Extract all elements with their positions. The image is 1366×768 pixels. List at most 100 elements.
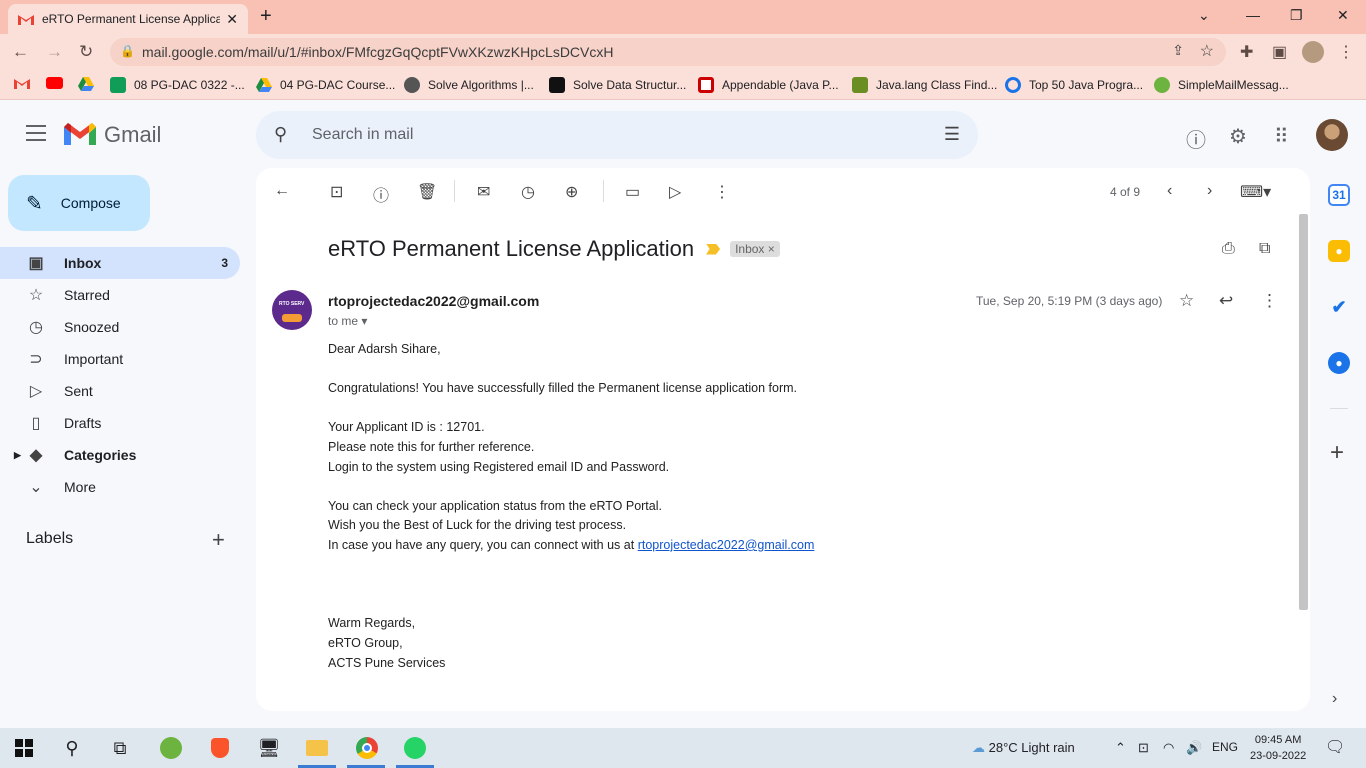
calendar-icon[interactable]: 31 [1328,184,1350,206]
notifications-icon[interactable]: 🗨 [1325,737,1345,757]
tasks-icon[interactable]: ✔ [1328,296,1350,318]
more-options-icon[interactable]: ⋮ [714,182,730,202]
message-more-icon[interactable]: ⋮ [1261,291,1278,311]
new-tab-button[interactable]: + [260,6,272,26]
search-options-icon[interactable]: ☰ [944,124,960,145]
side-panel-icon[interactable]: ▣ [1272,42,1287,62]
chrome-icon[interactable] [354,736,380,760]
bookmark-6[interactable]: Java.lang Class Find... [852,77,997,93]
forward-icon[interactable]: → [46,42,63,62]
sidebar-item-starred[interactable]: ☆ Starred [0,279,240,311]
snooze-icon[interactable]: ◷ [521,182,535,202]
add-label-icon[interactable]: + [212,527,225,553]
mark-unread-icon[interactable]: ✉ [477,182,490,202]
inbox-label-chip[interactable]: Inbox × [730,241,780,257]
open-new-window-icon[interactable]: ⧉ [1259,240,1270,258]
report-spam-icon[interactable]: ⓘ [373,182,389,206]
youtube-bookmark-icon[interactable] [46,77,63,89]
restore-icon[interactable]: ❐ [1290,7,1303,24]
help-icon[interactable]: ⓘ [1186,124,1206,153]
newer-icon[interactable]: ‹ [1167,182,1172,200]
reload-icon[interactable]: ↻ [79,42,93,62]
bookmark-5[interactable]: Appendable (Java P... [698,77,839,93]
move-to-icon[interactable]: ▭ [625,182,640,202]
sidebar-item-important[interactable]: ⊃ Important [0,343,240,375]
get-addons-icon[interactable]: + [1330,439,1344,467]
search-input[interactable]: Search in mail [312,126,413,144]
close-window-icon[interactable]: ✕ [1337,7,1349,24]
back-to-inbox-icon[interactable]: ← [274,182,290,200]
language-indicator[interactable]: ENG [1212,740,1238,754]
scrollbar[interactable] [1299,214,1308,610]
expand-caret-icon[interactable]: ▶ [14,450,21,461]
file-explorer-icon[interactable] [304,736,330,760]
print-icon[interactable]: ⎙ [1222,240,1235,258]
settings-gear-icon[interactable]: ⚙ [1229,124,1247,149]
important-marker-icon[interactable] [706,243,721,255]
gmail-bookmark-icon[interactable] [14,77,30,89]
back-icon[interactable]: ← [12,42,29,62]
archive-icon[interactable]: ⊡ [330,182,343,202]
sidebar-item-categories[interactable]: ▶ ◆ Categories [0,439,240,471]
keep-icon[interactable]: ● [1328,240,1350,262]
delete-icon[interactable]: 🗑 [417,182,437,202]
input-tools-icon[interactable]: ⌨▾ [1240,182,1271,202]
wifi-icon[interactable]: ◠ [1163,740,1174,756]
sidebar-item-snoozed[interactable]: ◷ Snoozed [0,311,240,343]
share-icon[interactable]: ⇪ [1172,42,1184,59]
address-bar[interactable]: 🔒 mail.google.com/mail/u/1/#inbox/FMfcgz… [110,38,1226,66]
bookmark-7[interactable]: Top 50 Java Progra... [1005,77,1143,93]
bookmark-2[interactable]: 04 PG-DAC Course... [256,77,395,93]
apps-grid-icon[interactable]: ⠿ [1274,124,1289,149]
browser-menu-icon[interactable]: ⋮ [1338,42,1354,62]
weather-widget[interactable]: ☁ 28°C Light rain [972,740,1075,756]
show-side-panel-icon[interactable]: › [1332,690,1337,708]
sidebar-item-drafts[interactable]: ▯ Drafts [0,407,240,439]
tab-search-icon[interactable]: ⌄ [1198,7,1210,24]
whatsapp-icon[interactable] [402,736,428,760]
device-icon[interactable]: ⊡ [1138,740,1149,756]
extensions-icon[interactable]: ✚ [1240,42,1253,62]
browser-tab[interactable]: eRTO Permanent License Applicati ✕ [8,4,248,34]
gmail-logo[interactable]: Gmail [64,122,161,148]
reply-icon[interactable]: ↩ [1219,291,1233,311]
main-menu-icon[interactable] [26,125,46,146]
windows-start-icon[interactable] [11,736,37,760]
add-task-icon[interactable]: ⊕ [565,182,578,202]
star-message-icon[interactable]: ☆ [1179,291,1194,311]
bookmark-star-icon[interactable]: ☆ [1200,41,1214,61]
brave-icon[interactable] [207,736,233,760]
show-hidden-icons-icon[interactable]: ⌃ [1115,740,1126,756]
volume-icon[interactable]: 🔊 [1186,740,1202,756]
sender-email[interactable]: rtoprojectedac2022@gmail.com [328,293,539,309]
minimize-icon[interactable]: — [1246,7,1260,23]
older-icon[interactable]: › [1207,182,1212,200]
contacts-icon[interactable]: ● [1328,352,1350,374]
drive-bookmark-icon[interactable] [78,77,94,91]
search-icon[interactable]: ⚲ [274,124,287,145]
contact-email-link[interactable]: rtoprojectedac2022@gmail.com [638,538,815,552]
sidebar-item-inbox[interactable]: ▣ Inbox 3 [0,247,240,279]
search-bar[interactable]: ⚲ Search in mail ☰ [256,111,978,159]
recipient-details[interactable]: to me ▾ [328,314,367,328]
sidebar-item-label: Inbox [64,255,102,271]
sidebar-item-more[interactable]: ⌄ More [0,471,240,503]
account-avatar[interactable] [1316,119,1348,151]
task-view-icon[interactable]: ⧉ [107,736,133,760]
system-clock[interactable]: 09:45 AM 23-09-2022 [1250,732,1306,764]
browser-profile-avatar[interactable] [1302,41,1324,63]
lock-icon[interactable]: 🔒 [120,44,135,58]
sidebar-item-sent[interactable]: ▷ Sent [0,375,240,407]
sender-avatar[interactable]: RTO SERV [272,290,312,330]
bookmark-3[interactable]: Solve Algorithms |... [404,77,534,93]
labels-icon[interactable]: ▷ [669,182,681,202]
body-line: Please note this for further reference. [328,439,535,454]
bookmark-4[interactable]: Solve Data Structur... [549,77,686,93]
tab-close-icon[interactable]: ✕ [226,11,238,28]
bookmark-1[interactable]: 08 PG-DAC 0322 -... [110,77,245,93]
computer-icon[interactable]: 🖥 [256,736,282,760]
bookmark-8[interactable]: SimpleMailMessag... [1154,77,1289,93]
spring-tool-icon[interactable] [158,736,184,760]
compose-button[interactable]: ✎ Compose [8,175,150,231]
taskbar-search-icon[interactable]: ⚲ [59,736,85,760]
